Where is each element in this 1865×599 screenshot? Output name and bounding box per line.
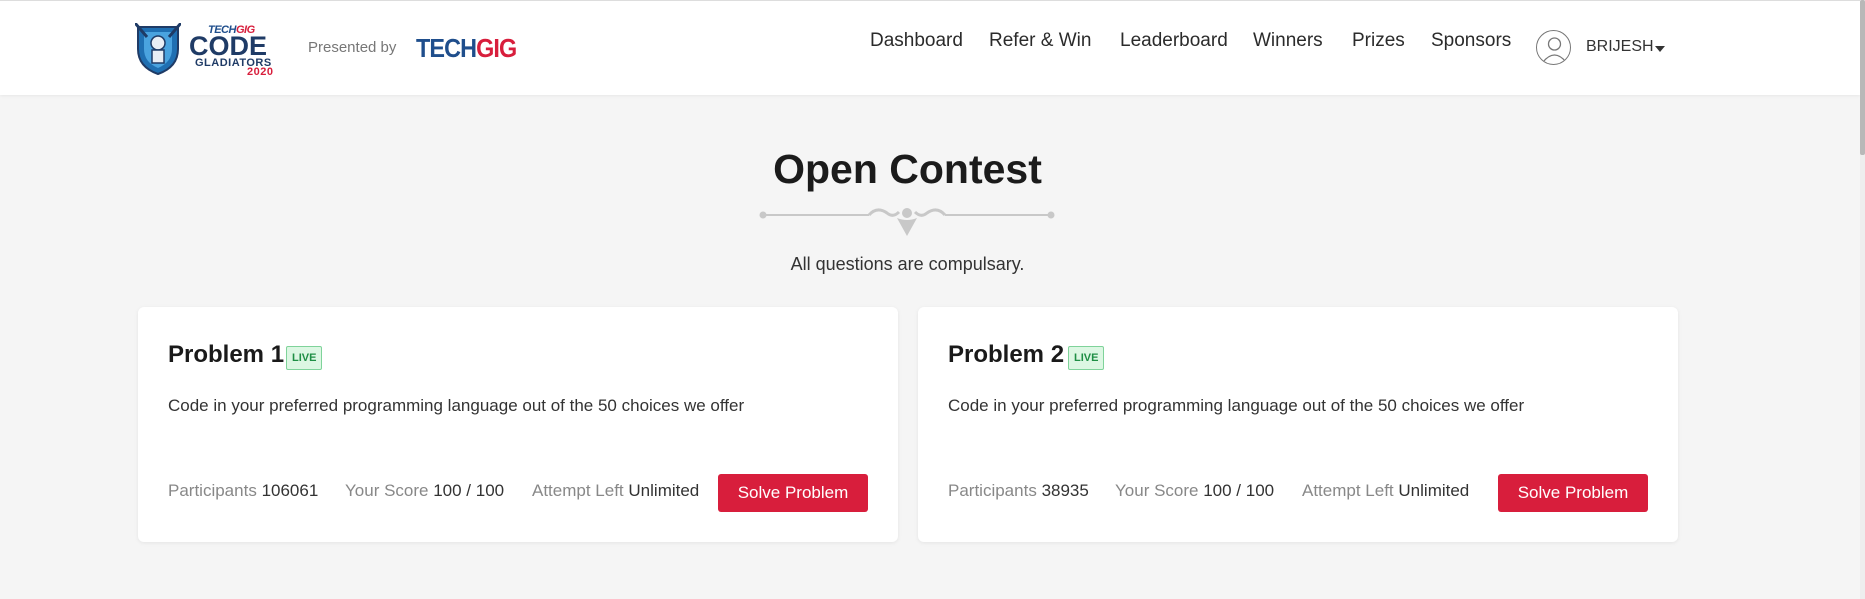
nav-sponsors[interactable]: Sponsors <box>1431 30 1511 52</box>
gladiator-shield-icon <box>135 23 181 75</box>
score-stat: Your Score 100 / 100 <box>345 481 505 500</box>
user-name[interactable]: BRIJESH <box>1586 38 1654 56</box>
top-header: TECHGIG CODE GLADIATORS 2020 Presented b… <box>0 0 1860 95</box>
nav-leaderboard[interactable]: Leaderboard <box>1120 30 1228 52</box>
score-stat: Your Score 100 / 100 <box>1115 481 1275 500</box>
nav-dashboard[interactable]: Dashboard <box>870 30 963 52</box>
caret-down-icon[interactable] <box>1655 46 1665 52</box>
problem-card: Problem 1 LIVE Code in your preferred pr… <box>138 307 898 542</box>
status-badge: LIVE <box>1068 346 1105 370</box>
solve-problem-button[interactable]: Solve Problem <box>718 474 868 512</box>
logo-year-text: 2020 <box>247 66 274 78</box>
problem-description: Code in your preferred programming langu… <box>168 396 745 415</box>
status-badge: LIVE <box>286 346 323 370</box>
scrollbar-thumb[interactable] <box>1860 0 1865 155</box>
nav-winners[interactable]: Winners <box>1253 30 1323 52</box>
participants-stat: Participants 106061 <box>168 481 319 500</box>
attempt-left-stat: Attempt Left Unlimited <box>532 481 700 500</box>
problem-title: Problem 1 <box>168 341 285 368</box>
problem-card: Problem 2 LIVE Code in your preferred pr… <box>918 307 1678 542</box>
problem-title: Problem 2 <box>948 341 1065 368</box>
user-avatar-icon[interactable] <box>1536 30 1571 65</box>
presented-by-label: Presented by <box>308 39 397 56</box>
problem-description: Code in your preferred programming langu… <box>948 396 1525 415</box>
attempt-left-stat: Attempt Left Unlimited <box>1302 481 1470 500</box>
techgig-brand-logo[interactable]: TECHGIG <box>416 33 517 64</box>
page-title: Open Contest <box>773 146 1042 192</box>
page-subtitle: All questions are compulsary. <box>790 254 1025 274</box>
ornamental-divider-icon <box>759 208 1055 236</box>
solve-problem-button[interactable]: Solve Problem <box>1498 474 1648 512</box>
logo-code-text: CODE <box>189 31 268 61</box>
code-gladiators-logo[interactable]: TECHGIG CODE GLADIATORS 2020 <box>133 21 285 78</box>
nav-refer-and-win[interactable]: Refer & Win <box>989 30 1091 52</box>
participants-stat: Participants 38935 <box>948 481 1089 500</box>
nav-prizes[interactable]: Prizes <box>1352 30 1405 52</box>
